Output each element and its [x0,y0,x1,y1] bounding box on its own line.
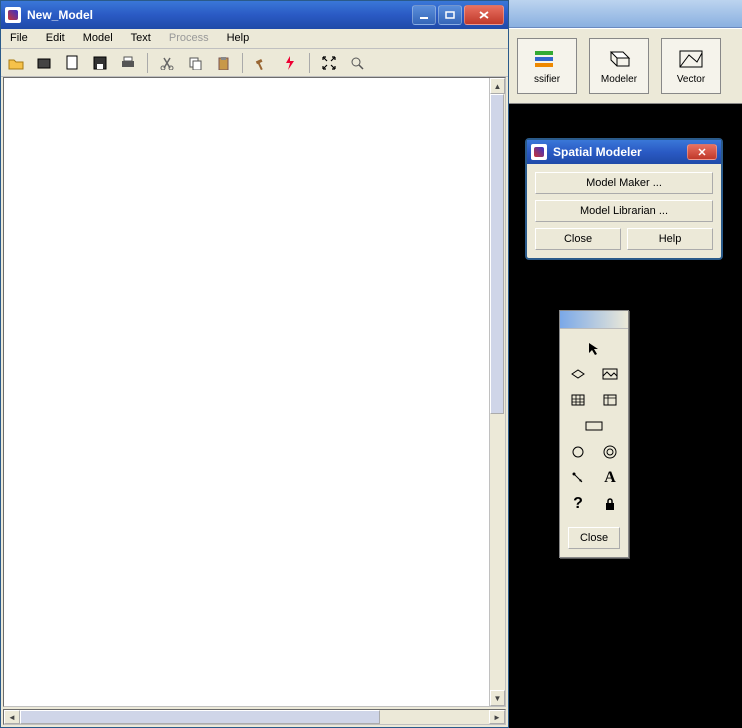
menu-help[interactable]: Help [218,29,259,48]
vector-label: Vector [677,74,705,85]
zoom-icon[interactable] [346,52,368,74]
arrow-tool[interactable] [580,337,608,359]
model-maker-button[interactable]: Model Maker ... [535,172,713,194]
connect-tool[interactable] [564,467,592,489]
copy-icon[interactable] [184,52,206,74]
vector-button[interactable]: Vector [661,38,721,94]
classifier-button[interactable]: ssifier [517,38,577,94]
open-icon[interactable] [5,52,27,74]
dialog-close-button[interactable] [687,144,717,160]
text-tool[interactable]: A [596,467,624,489]
hammer-icon[interactable] [251,52,273,74]
lock-tool[interactable] [596,493,624,515]
close-button[interactable] [464,5,504,25]
table-tool[interactable] [596,389,624,411]
menu-process[interactable]: Process [160,29,218,48]
dialog-title: Spatial Modeler [553,145,687,159]
classifier-icon [533,48,561,72]
scroll-left-icon[interactable]: ◄ [4,710,20,724]
circle-tool[interactable] [564,441,592,463]
model-window: New_Model File Edit Model Text Process H… [0,0,509,728]
paste-icon[interactable] [212,52,234,74]
menu-file[interactable]: File [1,29,37,48]
toolbar [1,49,508,77]
minimize-button[interactable] [412,5,436,25]
menu-model[interactable]: Model [74,29,122,48]
scroll-up-icon[interactable]: ▲ [490,78,505,94]
scroll-thumb[interactable] [490,94,504,414]
new-folder-icon[interactable] [33,52,55,74]
cut-icon[interactable] [156,52,178,74]
palette-close-button[interactable]: Close [568,527,620,549]
vector-icon [677,48,705,72]
canvas[interactable]: ▲ ▼ [3,77,506,707]
horizontal-scrollbar[interactable]: ◄ ► [3,709,506,725]
scroll-right-icon[interactable]: ► [489,710,505,724]
scalar-tool[interactable] [580,415,608,437]
window-title: New_Model [27,8,412,22]
dialog-close-btn[interactable]: Close [535,228,621,250]
separator [147,53,148,73]
parent-toolbar: ssifier Modeler Vector [509,28,742,104]
app-icon [5,7,21,23]
menu-text[interactable]: Text [122,29,160,48]
menubar: File Edit Model Text Process Help [1,29,508,49]
dialog-icon [531,144,547,160]
modeler-button[interactable]: Modeler [589,38,649,94]
tool-palette: A ? Close [559,310,629,558]
palette-titlebar[interactable] [560,311,628,329]
separator [309,53,310,73]
maximize-button[interactable] [438,5,462,25]
dialog-help-btn[interactable]: Help [627,228,713,250]
raster-tool[interactable] [564,363,592,385]
separator [242,53,243,73]
save-icon[interactable] [89,52,111,74]
vertical-scrollbar[interactable]: ▲ ▼ [489,78,505,706]
modeler-icon [605,48,633,72]
expand-icon[interactable] [318,52,340,74]
new-icon[interactable] [61,52,83,74]
classifier-label: ssifier [534,74,560,85]
hscroll-thumb[interactable] [20,710,380,724]
lightning-icon[interactable] [279,52,301,74]
menu-edit[interactable]: Edit [37,29,74,48]
print-icon[interactable] [117,52,139,74]
modeler-label: Modeler [601,74,637,85]
parent-titlebar-fragment [509,0,742,28]
scroll-down-icon[interactable]: ▼ [490,690,505,706]
titlebar: New_Model [1,1,508,29]
function-tool[interactable] [596,441,624,463]
image-tool[interactable] [596,363,624,385]
background-window: ssifier Modeler Vector Spatial Modeler [509,0,742,728]
model-librarian-button[interactable]: Model Librarian ... [535,200,713,222]
help-tool[interactable]: ? [564,493,592,515]
spatial-modeler-dialog: Spatial Modeler Model Maker ... Model Li… [525,138,723,260]
matrix-tool[interactable] [564,389,592,411]
